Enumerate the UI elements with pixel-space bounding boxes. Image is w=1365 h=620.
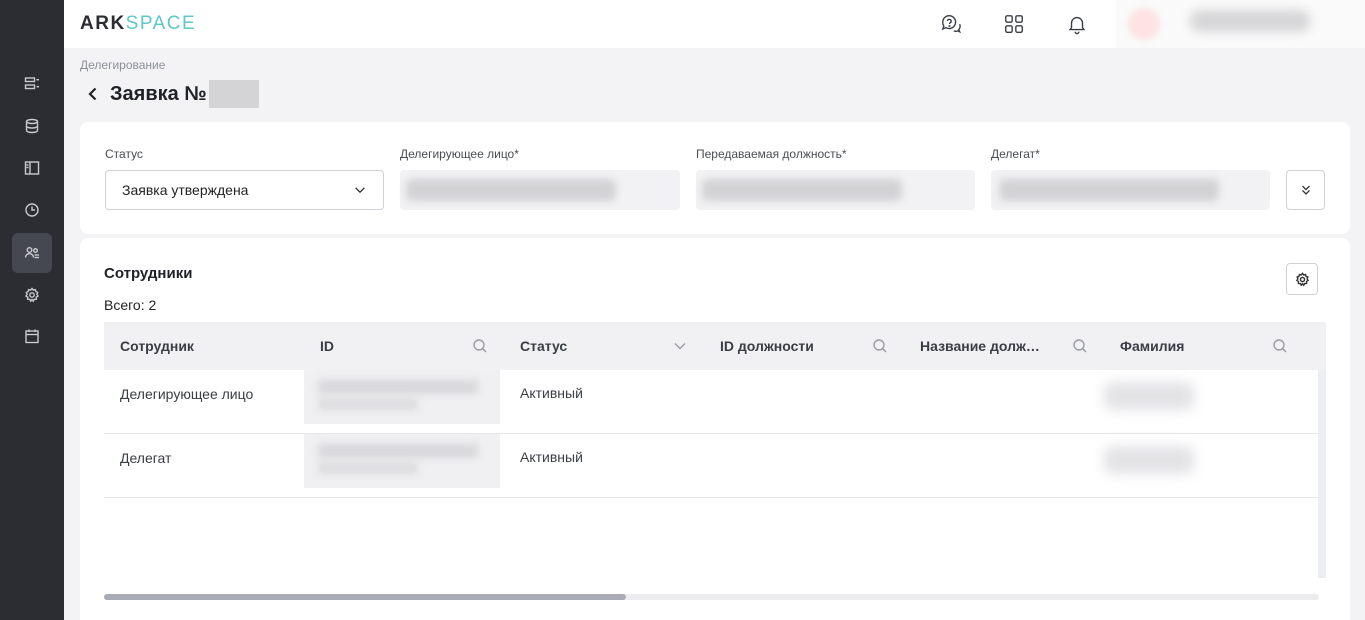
status-label: Статус [105,147,143,161]
cell-status: Активный [520,385,583,401]
column-employee[interactable]: Сотрудник [104,322,304,370]
status-select-value: Заявка утверждена [122,182,249,198]
column-last-name[interactable]: Фамилия [1104,322,1304,370]
list-icon [24,77,39,90]
page-title-text: Заявка № [110,82,207,105]
cell-last-name-redacted [1104,446,1194,474]
calendar-icon [25,329,39,344]
page-title: Заявка № [84,80,259,108]
sidebar-item-database[interactable] [12,106,52,146]
user-name-redacted [1190,10,1310,32]
user-menu[interactable] [1116,0,1365,48]
help-chat-button[interactable] [939,12,963,36]
employees-title: Сотрудники [104,265,193,282]
sidebar [0,0,64,620]
employees-card: Сотрудники Всего: 2 Сотрудник ID Статус … [80,238,1350,620]
gear-icon [1295,271,1309,286]
table-row[interactable]: Делегирующее лицо Активный [104,370,1318,434]
sidebar-item-settings[interactable] [12,275,52,315]
scrollbar-thumb[interactable] [104,594,627,600]
cell-status: Активный [520,449,583,465]
expand-button[interactable] [1286,170,1325,210]
search-icon[interactable] [472,338,488,354]
request-number-redacted [208,80,259,108]
chevron-down-icon[interactable] [672,338,688,354]
status-select[interactable]: Заявка утверждена [105,170,384,210]
sidebar-item-users[interactable] [12,233,52,273]
column-position-name[interactable]: Название должности [904,322,1104,370]
delegate-field[interactable] [991,170,1270,210]
vertical-scrollbar[interactable] [1318,370,1326,578]
table-row[interactable]: Делегат Активный [104,434,1318,498]
column-id[interactable]: ID [304,322,504,370]
panel-icon [24,161,40,175]
database-icon [25,118,39,134]
apps-grid-button[interactable] [1002,12,1026,36]
employees-table: Сотрудник ID Статус ID должности Названи… [104,322,1326,578]
breadcrumb[interactable]: Делегирование [80,58,165,72]
clock-icon [25,203,39,217]
cell-employee: Делегирующее лицо [120,386,254,402]
cell-id-redacted [304,434,500,488]
chevron-left-icon [88,87,97,101]
table-header: Сотрудник ID Статус ID должности Названи… [104,322,1326,370]
chevron-down-icon [355,187,365,194]
cell-employee: Делегат [120,450,172,466]
sidebar-item-panel[interactable] [12,148,52,188]
help-chat-icon [941,15,962,34]
search-icon[interactable] [872,338,888,354]
position-field[interactable] [696,170,975,210]
logo[interactable]: ARKSPACE [80,13,196,35]
search-icon[interactable] [1072,338,1088,354]
apps-grid-icon [1005,15,1023,33]
top-bar: ARKSPACE [64,0,1365,48]
notifications-button[interactable] [1065,12,1089,36]
double-chevron-down-icon [1301,185,1310,195]
back-button[interactable] [84,85,102,103]
users-icon [24,247,39,259]
column-position-id[interactable]: ID должности [704,322,904,370]
sidebar-item-list[interactable] [12,64,52,104]
sidebar-item-calendar[interactable] [12,316,52,356]
delegator-label: Делегирующее лицо* [400,147,519,161]
bell-icon [1068,16,1086,35]
column-status[interactable]: Статус [504,322,704,370]
request-form-card: Статус Заявка утверждена Делегирующее ли… [80,122,1350,234]
employees-total: Всего: 2 [104,297,157,313]
search-icon[interactable] [1272,338,1288,354]
table-settings-button[interactable] [1286,263,1318,295]
gear-icon [25,287,39,303]
sidebar-item-history[interactable] [12,190,52,230]
cell-last-name-redacted [1104,382,1194,410]
avatar [1128,8,1160,40]
delegator-field[interactable] [400,170,680,210]
cell-id-redacted [304,370,500,424]
horizontal-scrollbar[interactable] [104,594,1319,600]
delegate-label: Делегат* [991,147,1040,161]
position-label: Передаваемая должность* [696,147,847,161]
